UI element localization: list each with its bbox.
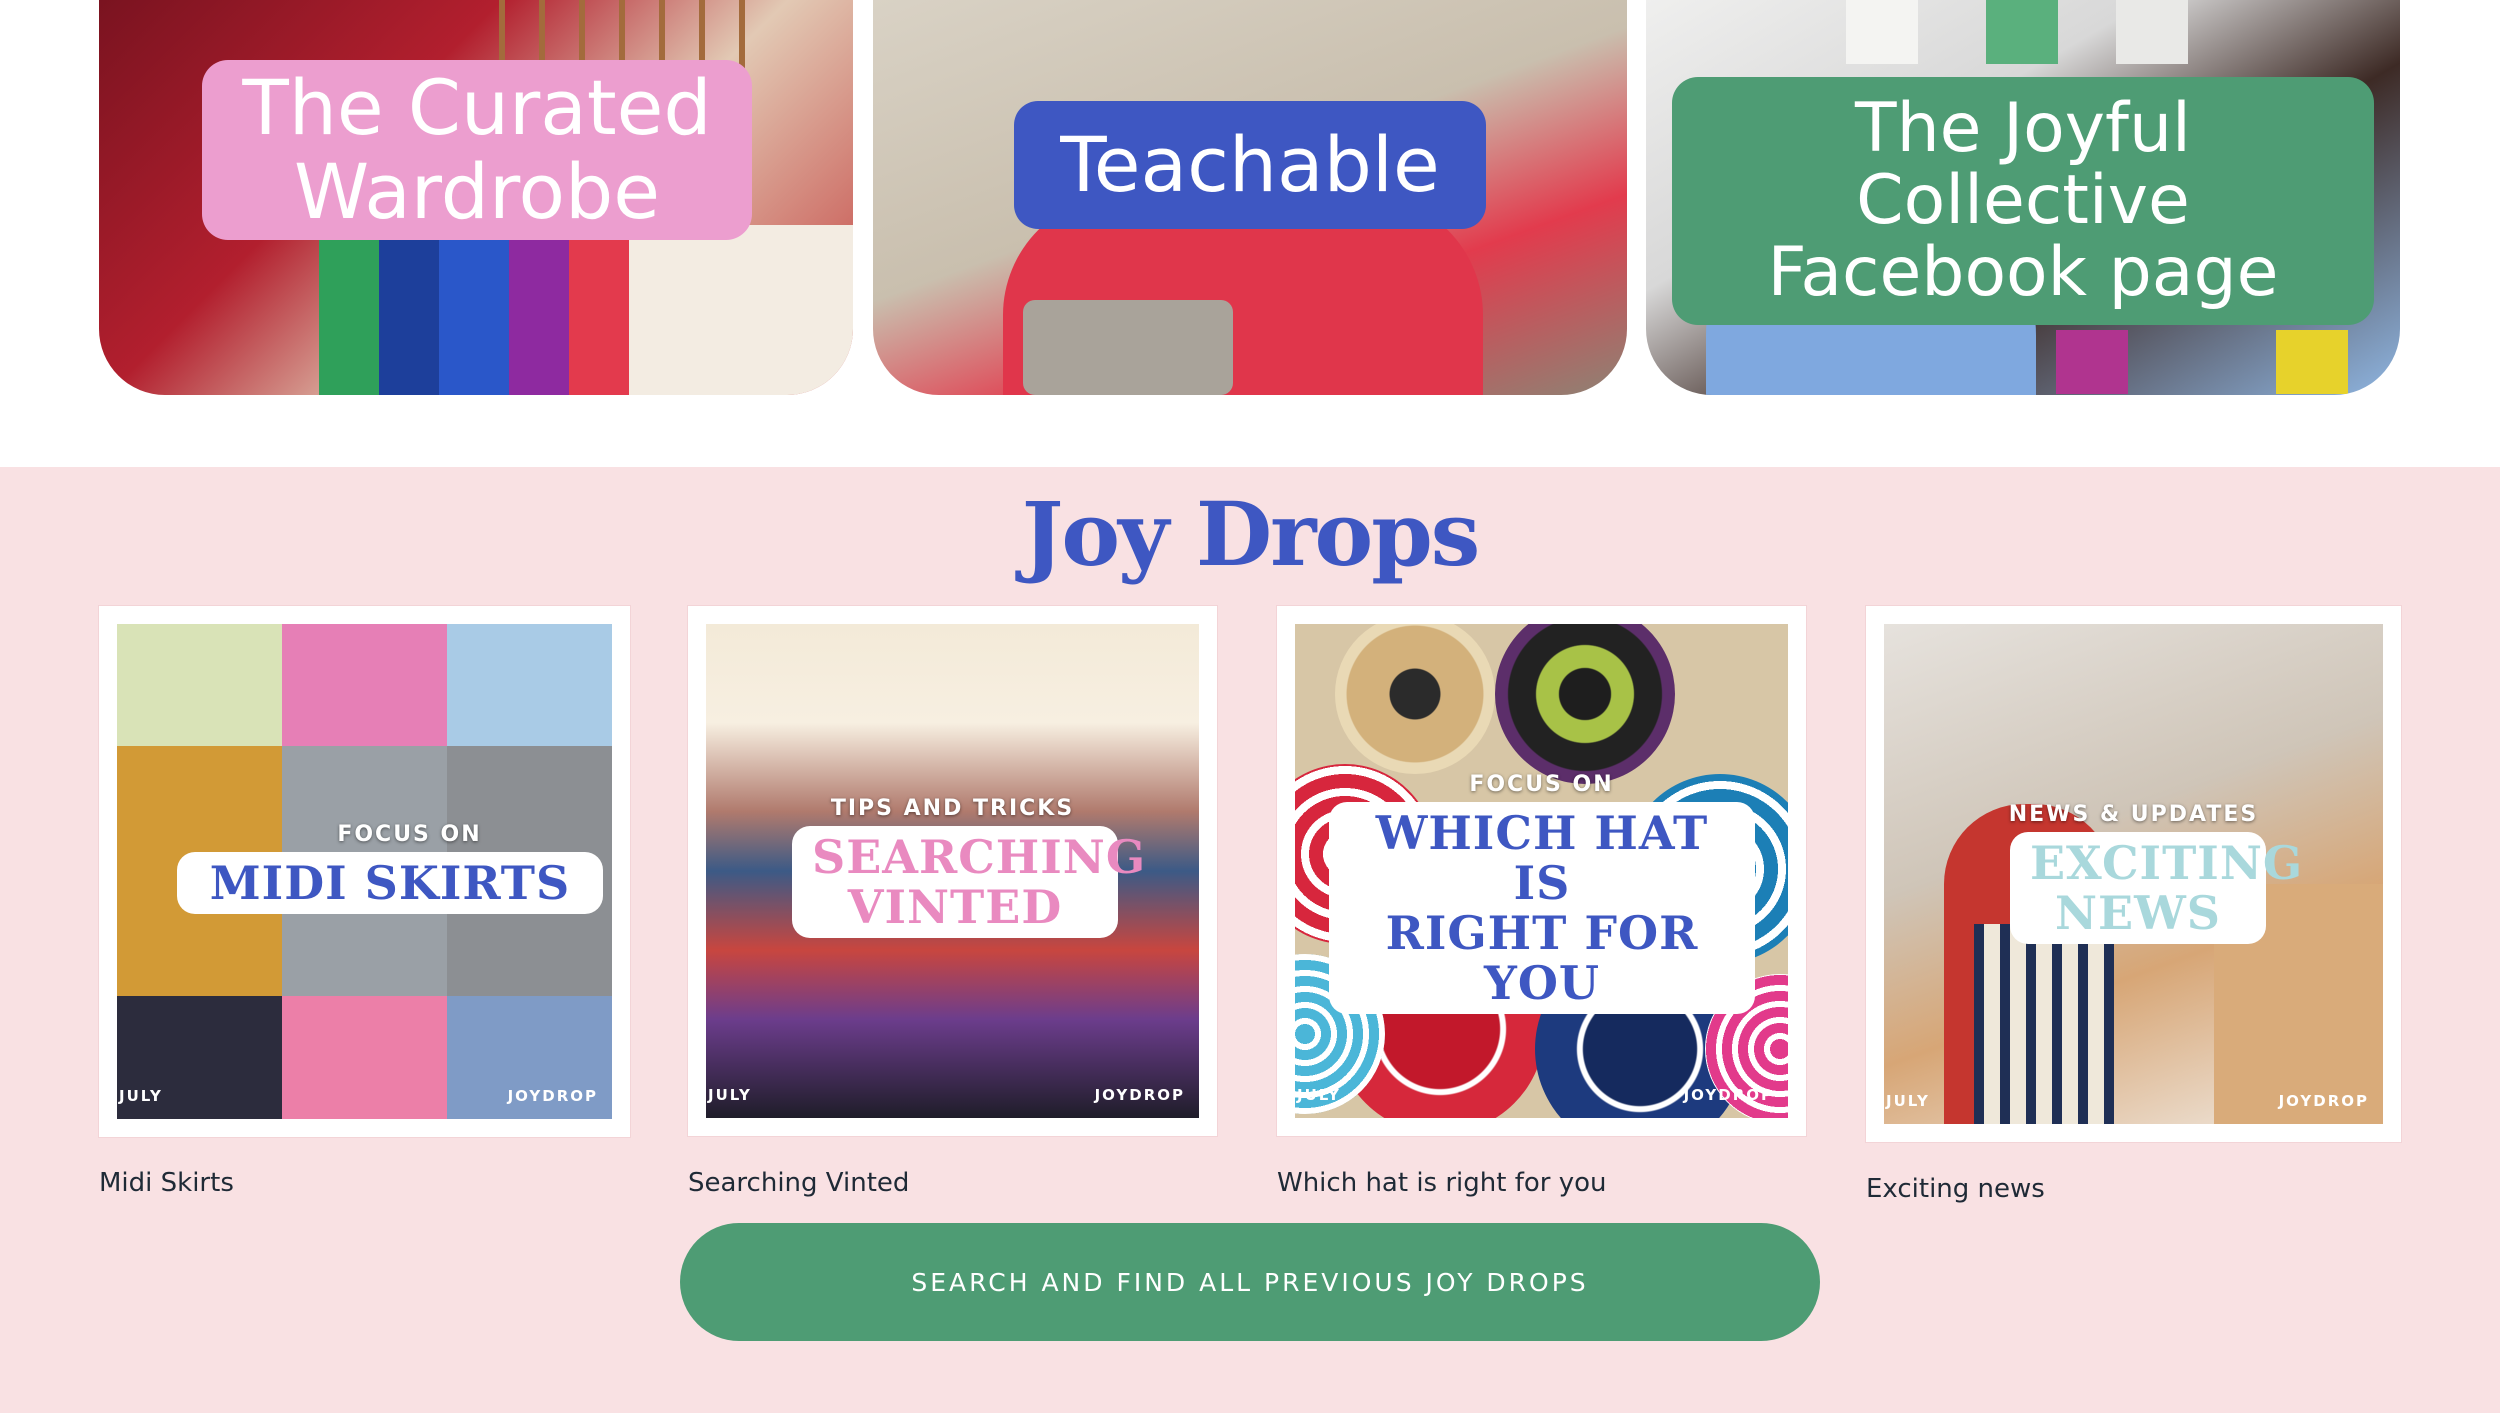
swatch-decoration [2116,0,2188,64]
hero-label-line: The Curated [242,63,712,152]
card-overline: FOCUS ON [1469,772,1614,797]
section-title: Joy Drops [1021,482,1481,586]
card-caption[interactable]: Searching Vinted [688,1168,909,1198]
headline-line: EXCITING [2030,836,2304,890]
card-image: FOCUS ON MIDI SKIRTS JULY JOYDROP [117,624,612,1119]
garment-decoration [319,225,379,395]
hero-label-line: The Joyful Collective [1855,89,2191,240]
headline-line: SEARCHING [812,830,1147,884]
card-image: NEWS & UPDATES EXCITING NEWS JULY JOYDRO… [1884,624,2383,1124]
card-headline: WHICH HAT IS RIGHT FOR YOU [1329,802,1755,1014]
swatch-decoration [2056,330,2128,394]
corner-month: JULY [708,1086,752,1104]
joy-drops-section: Joy Drops FOCUS ON MIDI SKIRTS JULY JOYD… [0,467,2500,1413]
search-all-joy-drops-button[interactable]: SEARCH AND FIND ALL PREVIOUS JOY DROPS [680,1223,1820,1341]
garment-decoration [569,225,629,395]
hero-label-line: Wardrobe [293,147,661,236]
corner-month: JULY [119,1087,163,1105]
headline-line: WHICH HAT IS [1375,806,1709,910]
card-headline: MIDI SKIRTS [177,852,603,914]
headline-line: VINTED [847,880,1063,934]
hat-decoration [1335,624,1495,774]
headline-line: RIGHT FOR YOU [1385,906,1699,1010]
hero-label-joyful-collective[interactable]: The Joyful Collective Facebook page [1672,77,2374,325]
image-tile [447,624,612,746]
hero-label-line: Teachable [1060,120,1440,209]
corner-month: JULY [1297,1086,1341,1104]
hero-label-line: Facebook page [1767,233,2279,312]
card-caption[interactable]: Exciting news [1866,1174,2045,1204]
image-tile [282,996,447,1119]
card-overline: FOCUS ON [337,822,482,847]
image-tile [282,624,447,746]
hero-label-teachable[interactable]: Teachable [1014,101,1486,229]
garment-decoration [509,225,569,395]
card-headline: EXCITING NEWS [2010,832,2304,944]
laptop-decoration [1023,300,1233,395]
card-image: FOCUS ON WHICH HAT IS RIGHT FOR YOU JULY… [1295,624,1788,1118]
card-image: TIPS AND TRICKS SEARCHING VINTED JULY JO… [706,624,1199,1118]
corner-month: JULY [1886,1092,1930,1110]
card-overline: TIPS AND TRICKS [830,796,1075,821]
corner-brand: JOYDROP [507,1087,598,1105]
hero-cards-row: The Curated Wardrobe Teachable The Joyfu… [0,0,2500,465]
image-tile [117,624,282,746]
swatch-decoration [1986,0,2058,64]
swatch-decoration [1846,0,1918,64]
garment-decoration [629,225,853,395]
headline-line: NEWS [2055,886,2221,940]
headline-line: MIDI SKIRTS [209,856,571,910]
swatch-decoration [2276,330,2348,394]
card-caption[interactable]: Midi Skirts [99,1168,234,1198]
hat-decoration [1495,624,1675,784]
corner-brand: JOYDROP [1094,1086,1185,1104]
card-headline: SEARCHING VINTED [792,826,1147,938]
corner-brand: JOYDROP [1683,1086,1774,1104]
bag-decoration [1974,924,2114,1124]
hero-label-curated-wardrobe[interactable]: The Curated Wardrobe [202,60,752,240]
garment-decoration [439,225,509,395]
card-caption[interactable]: Which hat is right for you [1277,1168,1607,1198]
card-overline: NEWS & UPDATES [2008,802,2259,827]
corner-brand: JOYDROP [2278,1092,2369,1110]
garment-decoration [379,225,439,395]
